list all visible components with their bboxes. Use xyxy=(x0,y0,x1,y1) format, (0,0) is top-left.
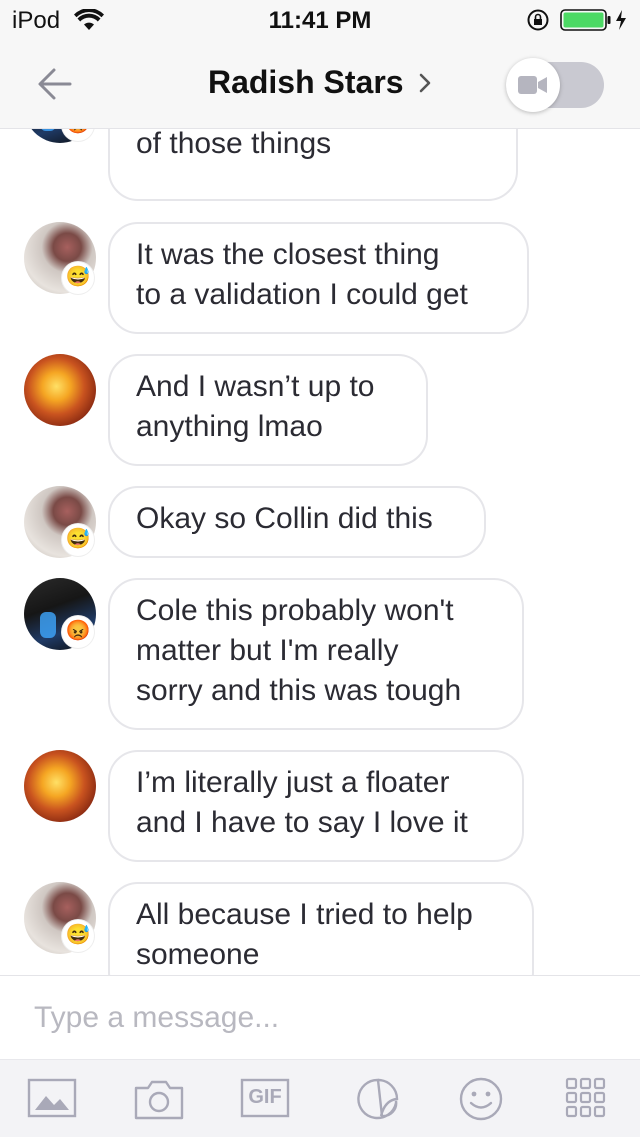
message-bubble[interactable]: It was the closest thing to a validation… xyxy=(108,222,529,334)
camera-button[interactable] xyxy=(133,1076,185,1122)
video-call-toggle[interactable] xyxy=(506,58,604,112)
sticker-button[interactable] xyxy=(352,1076,404,1122)
composer xyxy=(0,975,640,1060)
message-input[interactable] xyxy=(34,996,614,1040)
chat-title: Radish Stars xyxy=(207,64,404,100)
emoji-icon xyxy=(459,1077,503,1121)
avatar[interactable] xyxy=(24,354,96,426)
message-bubble[interactable]: All because I tried to help someone xyxy=(108,882,534,975)
apps-grid-icon xyxy=(565,1077,606,1118)
message-bubble[interactable]: Umm and I didn't do any of those things xyxy=(108,129,518,201)
bottom-toolbar: GIF xyxy=(0,1059,640,1137)
message-list[interactable]: 😡 Umm and I didn't do any of those thing… xyxy=(0,129,640,975)
video-camera-icon xyxy=(518,76,547,94)
message-bubble[interactable]: And I wasn’t up to anything lmao xyxy=(108,354,428,466)
message-bubble[interactable]: I’m literally just a floater and I have … xyxy=(108,750,524,862)
message-bubble[interactable]: Okay so Collin did this xyxy=(108,486,486,558)
emoji-badge: 😅 xyxy=(62,920,94,952)
image-button[interactable] xyxy=(27,1076,79,1122)
rotation-lock-icon xyxy=(526,8,550,37)
emoji-badge: 😡 xyxy=(62,616,94,648)
chevron-right-icon xyxy=(418,71,432,100)
toggle-knob xyxy=(506,58,560,112)
emoji-badge: 😅 xyxy=(62,262,94,294)
charging-icon xyxy=(614,9,628,36)
emoji-button[interactable] xyxy=(456,1076,508,1122)
avatar[interactable] xyxy=(24,750,96,822)
gif-button[interactable]: GIF xyxy=(240,1076,292,1122)
camera-icon xyxy=(134,1080,184,1120)
image-icon xyxy=(27,1078,77,1118)
emoji-badge: 😅 xyxy=(62,524,94,556)
apps-button[interactable] xyxy=(564,1076,616,1122)
sticker-icon xyxy=(357,1078,399,1120)
chat-header: Radish Stars xyxy=(0,40,640,129)
gif-label: GIF xyxy=(248,1086,282,1108)
message-bubble[interactable]: Cole this probably won't matter but I'm … xyxy=(108,578,524,730)
status-bar: iPod 11:41 PM xyxy=(0,0,640,40)
battery-icon xyxy=(560,9,612,36)
